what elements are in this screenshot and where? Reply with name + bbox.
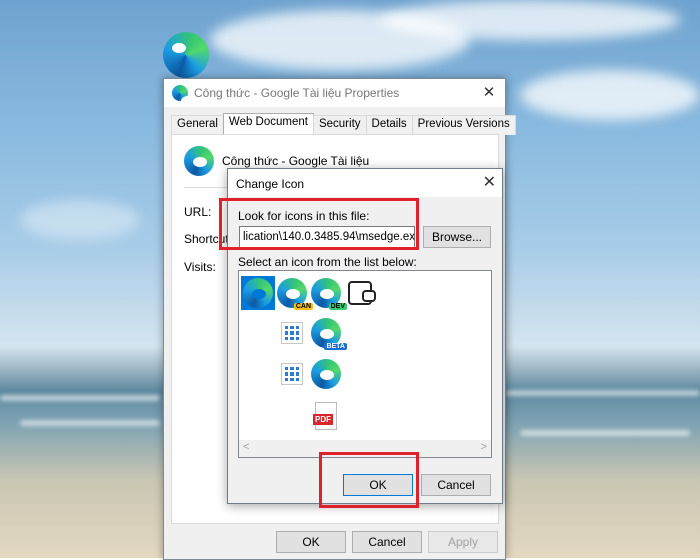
edge-icon[interactable]	[241, 276, 275, 310]
edge-icon	[184, 146, 214, 176]
highlight-ok-button	[319, 452, 419, 508]
shortcut-name: Công thức - Google Tài liệu	[222, 154, 370, 168]
icon-list-label: Select an icon from the list below:	[238, 255, 417, 269]
desktop-edge-shortcut-icon[interactable]	[163, 32, 211, 80]
cancel-button[interactable]: Cancel	[421, 474, 491, 496]
edge-beta-icon[interactable]: BETA	[309, 316, 347, 350]
tab-web-document[interactable]: Web Document	[222, 113, 314, 135]
browse-button[interactable]: Browse...	[423, 226, 491, 248]
ok-button[interactable]: OK	[276, 531, 346, 553]
edge-icon[interactable]	[309, 357, 343, 391]
close-icon[interactable]: ✕	[483, 172, 496, 192]
window-title: Công thức - Google Tài liệu Properties	[194, 86, 400, 100]
tab-bar: General Web Document Security Details Pr…	[171, 113, 516, 135]
tab-general[interactable]: General	[171, 115, 224, 135]
scroll-left-icon[interactable]: <	[243, 441, 249, 453]
pdf-icon[interactable]: PDF	[309, 399, 343, 433]
edge-canary-icon[interactable]: CAN	[275, 276, 313, 310]
visits-label: Visits:	[184, 260, 216, 274]
icon-list[interactable]: CAN DEV BETA PDF < >	[238, 270, 492, 458]
pdf-label: PDF	[313, 414, 333, 425]
wallet-icon[interactable]	[343, 276, 377, 310]
tab-security[interactable]: Security	[312, 115, 367, 135]
tab-details[interactable]: Details	[365, 115, 413, 135]
cancel-button[interactable]: Cancel	[352, 531, 422, 553]
dialog-title: Change Icon	[236, 177, 305, 191]
tab-previous-versions[interactable]: Previous Versions	[411, 115, 516, 135]
dialog-titlebar: Change Icon ✕	[228, 169, 502, 197]
edge-dev-icon[interactable]: DEV	[309, 276, 347, 310]
app-grid-icon[interactable]	[275, 357, 309, 391]
scroll-right-icon[interactable]: >	[481, 441, 487, 453]
highlight-file-field	[219, 198, 419, 250]
beta-badge: BETA	[324, 343, 347, 350]
close-icon[interactable]: ✕	[479, 83, 499, 103]
app-grid-icon[interactable]	[275, 316, 309, 350]
apply-button[interactable]: Apply	[428, 531, 498, 553]
url-label: URL:	[184, 205, 212, 219]
properties-titlebar: Công thức - Google Tài liệu Properties ✕	[164, 79, 505, 107]
edge-icon	[172, 85, 195, 106]
